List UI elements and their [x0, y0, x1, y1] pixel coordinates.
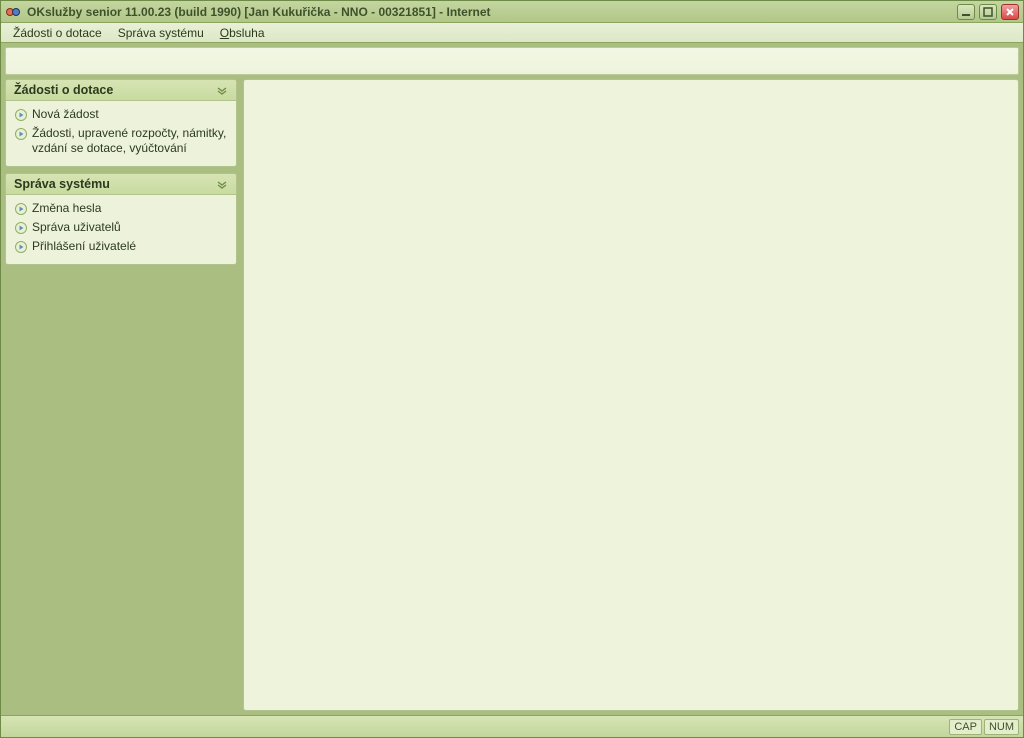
panel-title: Žádosti o dotace	[14, 83, 113, 97]
panel-header-sprava[interactable]: Správa systému	[6, 174, 236, 195]
nav-zadosti-rozpocty[interactable]: Žádosti, upravené rozpočty, námitky, vzd…	[12, 124, 230, 158]
panel-sprava: Správa systému Změna hesla Správa uživat	[5, 173, 237, 265]
collapse-icon	[216, 178, 228, 190]
menu-zadosti[interactable]: Žádosti o dotace	[5, 24, 110, 42]
main-area: Žádosti o dotace Nová žádost Žádosti, up	[1, 75, 1023, 715]
play-icon	[14, 240, 28, 254]
play-icon	[14, 108, 28, 122]
nav-label: Nová žádost	[32, 107, 99, 122]
collapse-icon	[216, 84, 228, 96]
status-cap: CAP	[949, 719, 982, 735]
window-title: OKslužby senior 11.00.23 (build 1990) [J…	[27, 5, 957, 19]
window-controls	[957, 4, 1019, 20]
panel-body: Nová žádost Žádosti, upravené rozpočty, …	[6, 101, 236, 166]
nav-label: Změna hesla	[32, 201, 101, 216]
play-icon	[14, 127, 28, 141]
minimize-button[interactable]	[957, 4, 975, 20]
nav-label: Správa uživatelů	[32, 220, 121, 235]
panel-header-zadosti[interactable]: Žádosti o dotace	[6, 80, 236, 101]
nav-nova-zadost[interactable]: Nová žádost	[12, 105, 230, 124]
menu-label: Obsluha	[220, 26, 265, 40]
nav-sprava-uzivatelu[interactable]: Správa uživatelů	[12, 218, 230, 237]
status-num: NUM	[984, 719, 1019, 735]
nav-prihlaseni-uzivatele[interactable]: Přihlášení uživatelé	[12, 237, 230, 256]
sidebar: Žádosti o dotace Nová žádost Žádosti, up	[5, 79, 237, 711]
menu-sprava[interactable]: Správa systému	[110, 24, 212, 42]
menubar: Žádosti o dotace Správa systému Obsluha	[1, 23, 1023, 43]
statusbar: CAP NUM	[1, 715, 1023, 737]
play-icon	[14, 221, 28, 235]
panel-body: Změna hesla Správa uživatelů Přihlášení …	[6, 195, 236, 264]
play-icon	[14, 202, 28, 216]
nav-label: Přihlášení uživatelé	[32, 239, 136, 254]
menu-label: Správa systému	[118, 26, 204, 40]
menu-obsluha[interactable]: Obsluha	[212, 24, 273, 42]
content-pane	[243, 79, 1019, 711]
toolbar-strip	[5, 47, 1019, 75]
maximize-button[interactable]	[979, 4, 997, 20]
app-icon	[5, 4, 21, 20]
panel-zadosti: Žádosti o dotace Nová žádost Žádosti, up	[5, 79, 237, 167]
nav-zmena-hesla[interactable]: Změna hesla	[12, 199, 230, 218]
titlebar: OKslužby senior 11.00.23 (build 1990) [J…	[1, 1, 1023, 23]
menu-label: Žádosti o dotace	[13, 26, 102, 40]
close-button[interactable]	[1001, 4, 1019, 20]
panel-title: Správa systému	[14, 177, 110, 191]
nav-label: Žádosti, upravené rozpočty, námitky, vzd…	[32, 126, 228, 156]
